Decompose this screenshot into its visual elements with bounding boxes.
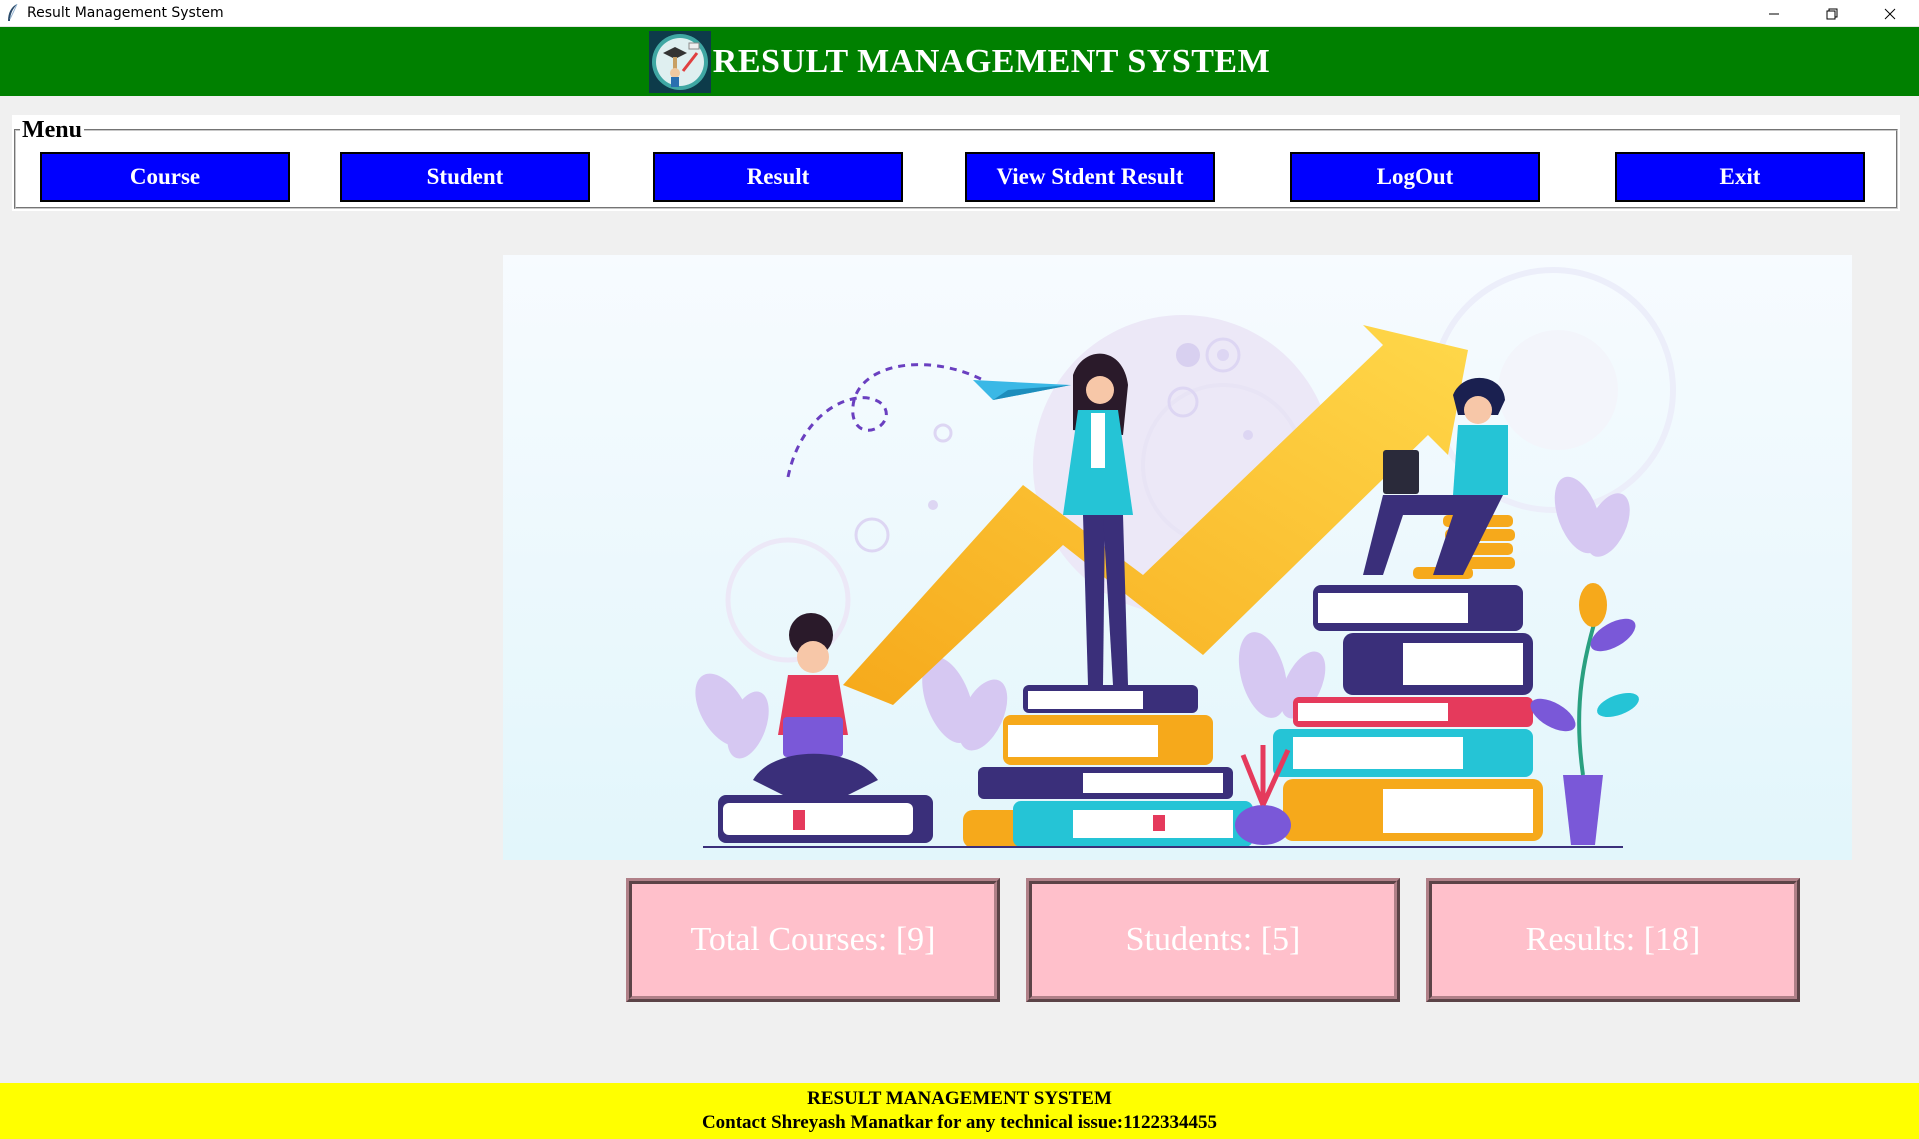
window-titlebar: Result Management System (0, 0, 1919, 27)
feather-icon (8, 3, 18, 21)
students-stat: Students: [5] (1026, 878, 1400, 1002)
results-stat: Results: [18] (1426, 878, 1800, 1002)
restore-button[interactable] (1803, 0, 1861, 27)
exit-button[interactable]: Exit (1615, 152, 1865, 202)
app-footer: RESULT MANAGEMENT SYSTEM Contact Shreyas… (0, 1083, 1919, 1139)
restore-icon (1826, 8, 1838, 19)
view-student-result-button[interactable]: View Stdent Result (965, 152, 1215, 202)
minimize-icon (1769, 13, 1779, 14)
minimize-button[interactable] (1745, 0, 1803, 27)
logout-button[interactable]: LogOut (1290, 152, 1540, 202)
app-title: RESULT MANAGEMENT SYSTEM (712, 42, 1271, 80)
app-header: RESULT MANAGEMENT SYSTEM (0, 27, 1919, 96)
result-button[interactable]: Result (653, 152, 903, 202)
menu-legend: Menu (20, 117, 84, 143)
window-controls (1745, 0, 1919, 27)
footer-contact: Contact Shreyash Manatkar for any techni… (701, 1112, 1218, 1133)
course-button[interactable]: Course (40, 152, 290, 202)
window-title: Result Management System (27, 5, 224, 21)
close-button[interactable] (1861, 0, 1919, 27)
graduation-logo-icon (648, 30, 711, 93)
hero-illustration (503, 255, 1852, 860)
student-button[interactable]: Student (340, 152, 590, 202)
close-icon (1884, 8, 1896, 19)
total-courses-stat: Total Courses: [9] (626, 878, 1000, 1002)
footer-title: RESULT MANAGEMENT SYSTEM (807, 1088, 1112, 1109)
